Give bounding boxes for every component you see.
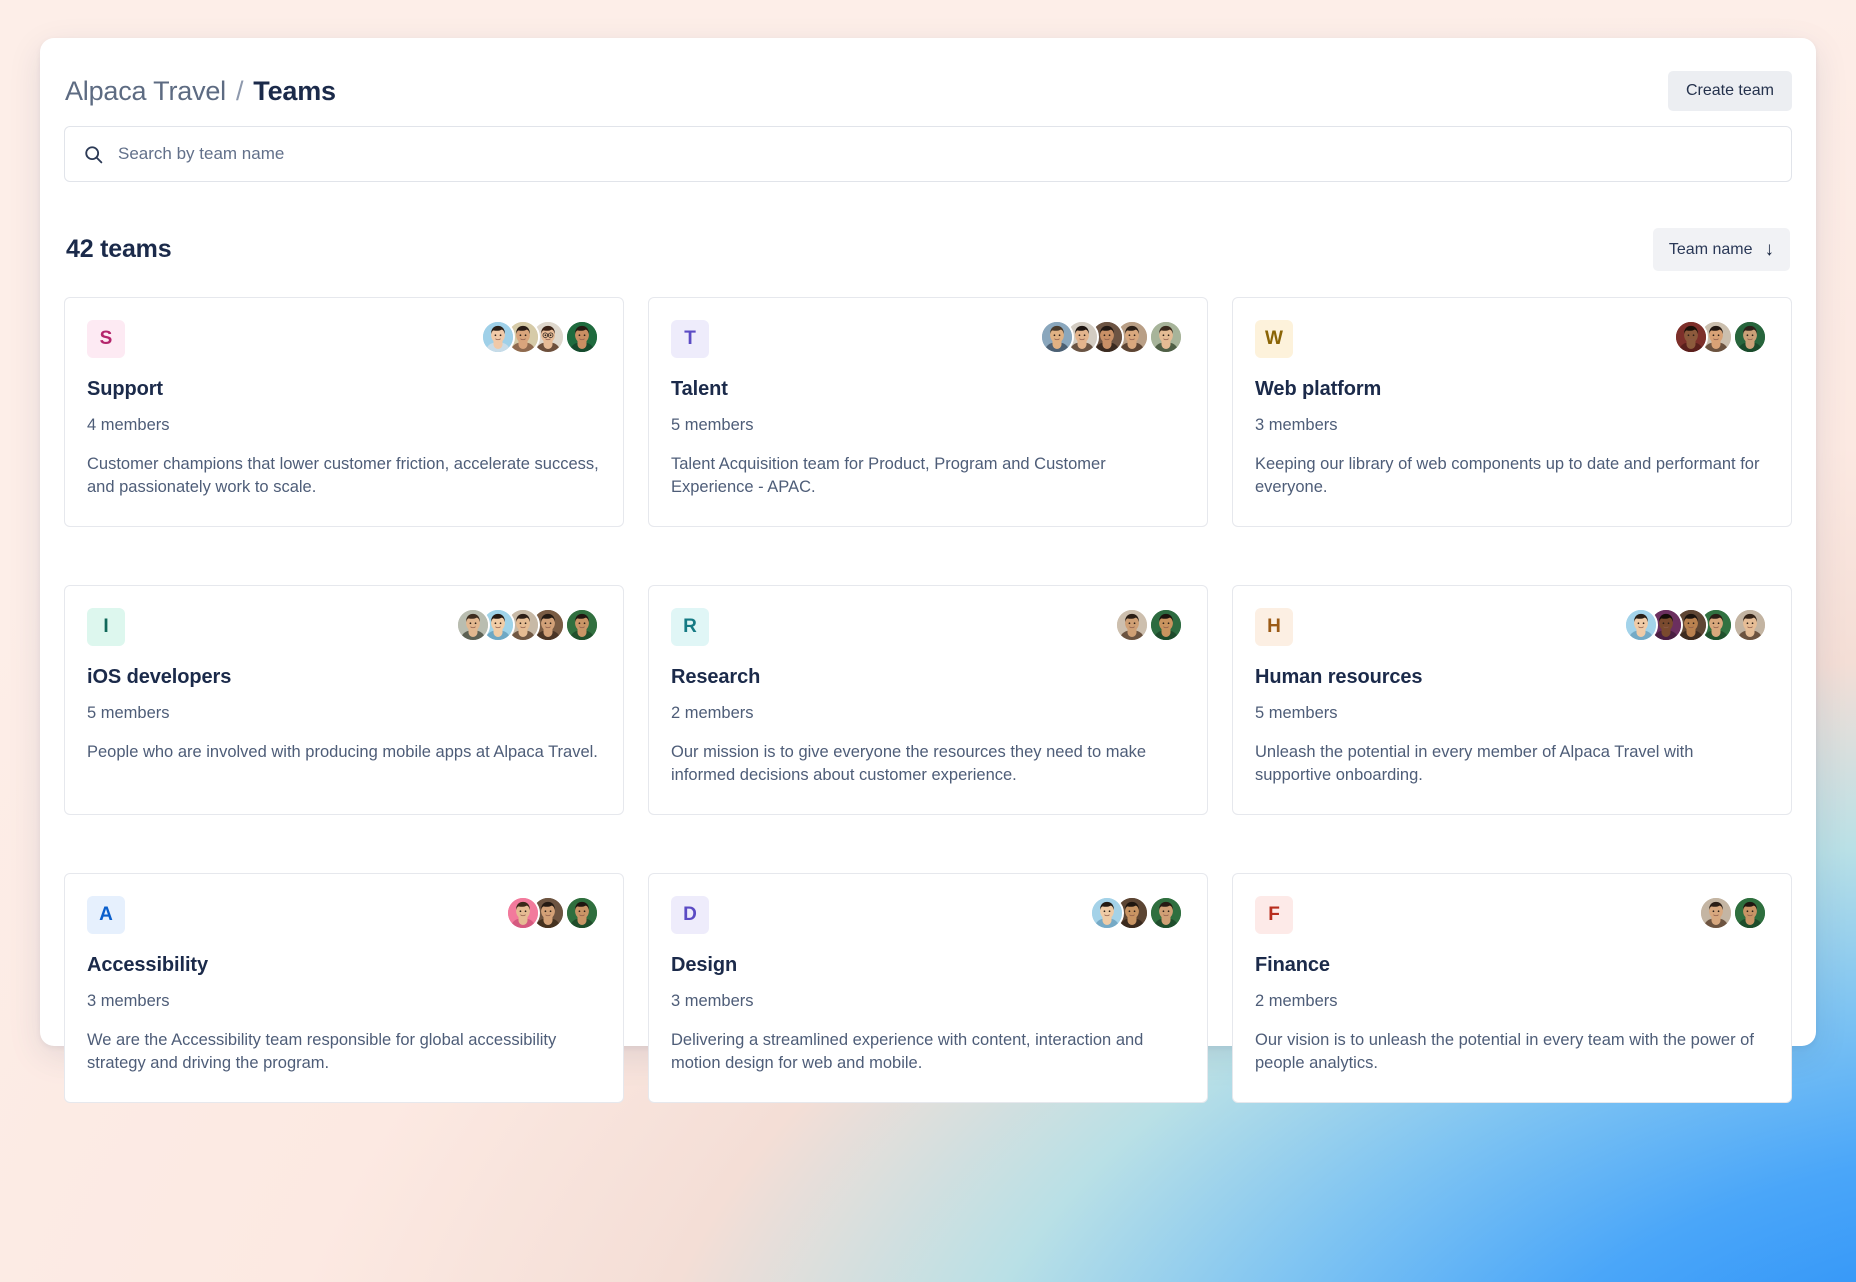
- team-initial-avatar: F: [1255, 895, 1293, 934]
- search-icon: [83, 144, 104, 165]
- member-avatar[interactable]: [565, 895, 599, 930]
- team-name[interactable]: Talent: [671, 378, 1185, 401]
- team-member-count: 2 members: [1255, 991, 1338, 1010]
- member-avatar-stack[interactable]: [481, 320, 601, 354]
- team-card[interactable]: H Human resources 5 members Unleash the pot…: [1232, 584, 1792, 815]
- member-avatar[interactable]: [1699, 895, 1733, 930]
- member-avatar[interactable]: [565, 320, 599, 354]
- sort-button[interactable]: Team name ↓: [1652, 228, 1790, 271]
- team-card[interactable]: IiOS developers 5 members People who are i…: [64, 584, 624, 815]
- search-box[interactable]: [64, 126, 1792, 182]
- team-card-header: H: [1255, 607, 1769, 648]
- team-card[interactable]: F Finance 2 members Our vision is to unleas…: [1232, 872, 1792, 1103]
- page-header: Alpaca Travel / Teams Create team: [64, 38, 1792, 114]
- team-initial-avatar: I: [87, 607, 125, 646]
- member-avatar[interactable]: [1149, 320, 1183, 354]
- sort-button-label: Team name: [1668, 240, 1753, 258]
- team-card-header: F: [1255, 895, 1769, 936]
- team-card[interactable]: D Design 3 members Delivering a streamlined…: [648, 872, 1208, 1103]
- member-avatar[interactable]: [481, 320, 515, 354]
- create-team-button[interactable]: Create team: [1667, 71, 1792, 111]
- member-avatar-stack[interactable]: [1090, 895, 1185, 930]
- team-description: Our vision is to unleash the potential i…: [1255, 1030, 1754, 1073]
- member-avatar-stack[interactable]: [1040, 320, 1185, 354]
- team-card-header: W: [1255, 320, 1769, 360]
- breadcrumb-item-root[interactable]: Alpaca Travel: [65, 76, 226, 107]
- team-card-header: T: [671, 320, 1185, 360]
- team-name[interactable]: iOS developers: [87, 666, 601, 689]
- team-card-header: R: [671, 607, 1185, 648]
- team-card[interactable]: W Web platform 3 members Keeping our librar…: [1232, 297, 1792, 527]
- member-avatar[interactable]: [506, 895, 540, 930]
- member-avatar-stack[interactable]: [456, 607, 601, 642]
- team-name[interactable]: Web platform: [1255, 378, 1769, 401]
- member-avatar[interactable]: [1733, 607, 1767, 642]
- member-avatar[interactable]: [1040, 320, 1074, 354]
- team-member-count: 5 members: [87, 703, 170, 722]
- team-member-count: 5 members: [671, 416, 754, 434]
- team-description: We are the Accessibility team responsibl…: [87, 1030, 557, 1073]
- member-avatar[interactable]: [565, 607, 599, 642]
- team-name[interactable]: Finance: [1255, 954, 1769, 977]
- team-card[interactable]: T Talent 5 members Talent Acquisition team …: [648, 297, 1208, 527]
- member-avatar[interactable]: [1624, 607, 1658, 642]
- team-initial-avatar: H: [1255, 607, 1293, 646]
- member-avatar[interactable]: [456, 607, 490, 642]
- breadcrumb-separator: /: [235, 75, 244, 106]
- team-card-header: D: [671, 895, 1185, 936]
- team-card-header: I: [87, 607, 601, 648]
- teams-grid: S Support 4 members Customer champions that…: [64, 271, 1792, 1103]
- team-name[interactable]: Design: [671, 954, 1185, 977]
- team-description: Customer champions that lower customer f…: [87, 455, 599, 497]
- team-initial-avatar: S: [87, 320, 125, 358]
- team-member-count: 3 members: [671, 991, 754, 1010]
- member-avatar[interactable]: [1674, 320, 1708, 354]
- member-avatar[interactable]: [1090, 895, 1124, 930]
- team-card-header: A: [87, 895, 601, 936]
- team-card[interactable]: R Research 2 members Our mission is to give…: [648, 584, 1208, 815]
- member-avatar-stack[interactable]: [1624, 607, 1769, 642]
- team-card-header: S: [87, 320, 601, 360]
- list-meta-row: 42 teams Team name ↓: [64, 182, 1792, 271]
- member-avatar[interactable]: [1149, 607, 1183, 642]
- team-initial-avatar: T: [671, 320, 709, 358]
- teams-app-surface: Alpaca Travel / Teams Create team 42 tea…: [40, 38, 1816, 1103]
- teams-count: 42 teams: [66, 235, 172, 263]
- team-initial-avatar: A: [87, 895, 125, 934]
- arrow-down-icon: ↓: [1764, 239, 1775, 260]
- member-avatar-stack[interactable]: [1674, 320, 1769, 354]
- team-description: People who are involved with producing m…: [87, 742, 598, 761]
- team-description: Delivering a streamlined experience with…: [671, 1030, 1144, 1073]
- team-member-count: 2 members: [671, 703, 754, 722]
- member-avatar[interactable]: [1733, 895, 1767, 930]
- search-row: [64, 114, 1792, 182]
- member-avatar[interactable]: [1115, 607, 1149, 642]
- page-title: Teams: [253, 75, 336, 106]
- member-avatar-stack[interactable]: [1699, 895, 1769, 930]
- team-name[interactable]: Human resources: [1255, 666, 1769, 689]
- member-avatar[interactable]: [1149, 895, 1183, 930]
- member-avatar-stack[interactable]: [506, 895, 601, 930]
- team-description: Unleash the potential in every member of…: [1255, 742, 1694, 785]
- search-input[interactable]: [118, 144, 1773, 164]
- team-description: Keeping our library of web components up…: [1255, 455, 1760, 497]
- team-description: Talent Acquisition team for Product, Pro…: [671, 455, 1106, 497]
- team-member-count: 3 members: [87, 991, 170, 1010]
- team-member-count: 5 members: [1255, 703, 1338, 722]
- member-avatar-stack[interactable]: [1115, 607, 1185, 642]
- team-name[interactable]: Support: [87, 378, 601, 401]
- team-member-count: 4 members: [87, 416, 170, 434]
- team-name[interactable]: Accessibility: [87, 954, 601, 977]
- team-initial-avatar: D: [671, 895, 709, 934]
- team-card[interactable]: S Support 4 members Customer champions that…: [64, 297, 624, 527]
- team-name[interactable]: Research: [671, 666, 1185, 689]
- breadcrumb: Alpaca Travel / Teams: [64, 76, 336, 107]
- team-initial-avatar: R: [671, 607, 709, 646]
- member-avatar[interactable]: [1733, 320, 1767, 354]
- team-card[interactable]: A Accessibility 3 members We are the Access…: [64, 872, 624, 1103]
- team-member-count: 3 members: [1255, 416, 1338, 434]
- team-description: Our mission is to give everyone the reso…: [671, 742, 1147, 785]
- team-initial-avatar: W: [1255, 320, 1293, 358]
